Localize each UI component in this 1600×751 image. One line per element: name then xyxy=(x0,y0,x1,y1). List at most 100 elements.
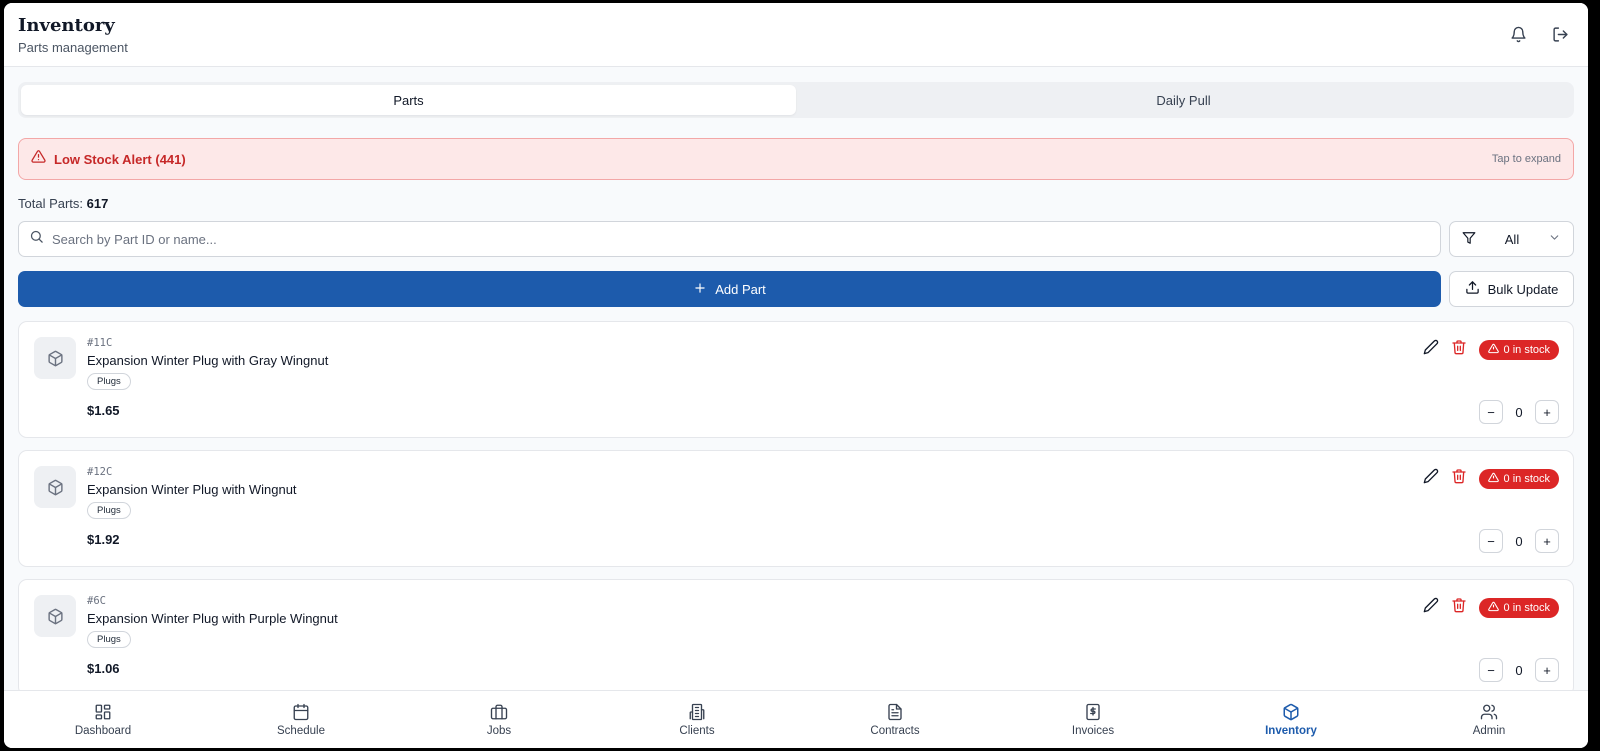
title-wrap: Inventory Parts management xyxy=(18,15,128,55)
search-box xyxy=(18,221,1441,257)
edit-icon[interactable] xyxy=(1423,468,1439,489)
stock-badge: 0 in stock xyxy=(1478,339,1559,360)
search-input[interactable] xyxy=(52,231,1430,247)
increment-button[interactable]: + xyxy=(1535,529,1559,553)
search-row: All xyxy=(18,221,1574,257)
edit-icon[interactable] xyxy=(1423,597,1439,618)
nav-label: Admin xyxy=(1472,724,1506,737)
card-actions: 0 in stock xyxy=(1423,468,1559,489)
add-part-label: Add Part xyxy=(715,281,766,297)
part-card: #11C Expansion Winter Plug with Gray Win… xyxy=(18,321,1574,438)
tab-parts[interactable]: Parts xyxy=(21,85,796,115)
bulk-update-button[interactable]: Bulk Update xyxy=(1449,271,1574,307)
card-actions: 0 in stock xyxy=(1423,597,1559,618)
tabs: Parts Daily Pull xyxy=(18,82,1574,118)
nav-label: Clients xyxy=(679,724,715,737)
nav-item-schedule[interactable]: Schedule xyxy=(202,691,400,748)
nav-label: Schedule xyxy=(277,724,325,737)
category-filter-select[interactable]: All xyxy=(1449,221,1574,257)
quantity-stepper: − 0 + xyxy=(1479,658,1559,682)
increment-button[interactable]: + xyxy=(1535,658,1559,682)
nav-label: Jobs xyxy=(486,724,512,737)
warning-icon xyxy=(1487,343,1499,357)
file-icon xyxy=(888,703,902,720)
trash-icon[interactable] xyxy=(1451,468,1467,489)
stock-badge: 0 in stock xyxy=(1478,597,1559,618)
total-parts: Total Parts: 617 xyxy=(18,196,1574,212)
parts-list: #11C Expansion Winter Plug with Gray Win… xyxy=(18,321,1574,696)
calendar-icon xyxy=(293,703,309,720)
edit-icon[interactable] xyxy=(1423,339,1439,360)
action-row: Add Part Bulk Update xyxy=(18,271,1574,307)
trash-icon[interactable] xyxy=(1451,339,1467,360)
stock-label: 0 in stock xyxy=(1503,601,1550,614)
chevron-down-icon xyxy=(1548,231,1561,247)
part-card: #12C Expansion Winter Plug with Wingnut … xyxy=(18,450,1574,567)
app-window: Inventory Parts management Parts Daily P… xyxy=(4,3,1588,748)
package-icon xyxy=(34,595,76,637)
part-name: Expansion Winter Plug with Wingnut xyxy=(87,482,297,497)
page-subtitle: Parts management xyxy=(18,39,128,55)
nav-item-admin[interactable]: Admin xyxy=(1390,691,1588,748)
users-icon xyxy=(1480,704,1498,719)
nav-item-clients[interactable]: Clients xyxy=(598,691,796,748)
page-title: Inventory xyxy=(18,14,115,36)
nav-label: Inventory xyxy=(1265,724,1317,737)
nav-item-inventory[interactable]: Inventory xyxy=(1192,691,1390,748)
category-tag: Plugs xyxy=(87,502,131,519)
logout-icon[interactable] xyxy=(1550,25,1570,45)
total-parts-value: 617 xyxy=(86,196,109,211)
increment-button[interactable]: + xyxy=(1535,400,1559,424)
decrement-button[interactable]: − xyxy=(1479,400,1503,424)
quantity-value: 0 xyxy=(1515,404,1523,420)
part-name: Expansion Winter Plug with Gray Wingnut xyxy=(87,353,329,368)
plus-icon xyxy=(693,281,707,298)
warning-icon xyxy=(1487,472,1499,486)
total-parts-label: Total Parts: xyxy=(18,196,84,211)
trash-icon[interactable] xyxy=(1451,597,1467,618)
card-actions: 0 in stock xyxy=(1423,339,1559,360)
decrement-button[interactable]: − xyxy=(1479,658,1503,682)
part-card: #6C Expansion Winter Plug with Purple Wi… xyxy=(18,579,1574,696)
quantity-value: 0 xyxy=(1515,662,1523,678)
warning-icon xyxy=(31,149,46,169)
low-stock-alert[interactable]: Low Stock Alert (441) Tap to expand xyxy=(18,138,1574,180)
alert-hint: Tap to expand xyxy=(1491,153,1561,165)
quantity-value: 0 xyxy=(1515,533,1523,549)
stock-label: 0 in stock xyxy=(1503,343,1550,356)
nav-label: Contracts xyxy=(870,724,920,737)
part-price: $1.65 xyxy=(87,403,120,418)
stock-badge: 0 in stock xyxy=(1478,468,1559,489)
bulk-update-label: Bulk Update xyxy=(1487,281,1559,297)
add-part-button[interactable]: Add Part xyxy=(18,271,1441,307)
part-id: #11C xyxy=(87,337,113,349)
filter-value: All xyxy=(1504,231,1520,247)
part-id: #6C xyxy=(87,595,106,607)
bottom-nav: Dashboard Schedule Jobs Clients Contract… xyxy=(4,690,1588,748)
nav-label: Invoices xyxy=(1071,724,1115,737)
header-actions xyxy=(1508,25,1574,45)
filter-icon xyxy=(1462,231,1476,248)
package-icon xyxy=(34,337,76,379)
nav-item-contracts[interactable]: Contracts xyxy=(796,691,994,748)
nav-item-jobs[interactable]: Jobs xyxy=(400,691,598,748)
nav-item-dashboard[interactable]: Dashboard xyxy=(4,691,202,748)
part-id: #12C xyxy=(87,466,113,478)
grid-icon xyxy=(95,704,111,719)
briefcase-icon xyxy=(490,704,508,719)
part-name: Expansion Winter Plug with Purple Wingnu… xyxy=(87,611,338,626)
alert-title: Low Stock Alert (441) xyxy=(54,151,186,167)
search-icon xyxy=(29,229,44,249)
part-price: $1.06 xyxy=(87,661,120,676)
warning-icon xyxy=(1487,601,1499,615)
part-price: $1.92 xyxy=(87,532,120,547)
decrement-button[interactable]: − xyxy=(1479,529,1503,553)
upload-icon xyxy=(1465,280,1480,298)
header: Inventory Parts management xyxy=(4,3,1588,67)
bell-icon[interactable] xyxy=(1508,25,1528,45)
quantity-stepper: − 0 + xyxy=(1479,400,1559,424)
package-icon xyxy=(34,466,76,508)
stock-label: 0 in stock xyxy=(1503,472,1550,485)
nav-item-invoices[interactable]: Invoices xyxy=(994,691,1192,748)
tab-daily-pull[interactable]: Daily Pull xyxy=(796,85,1571,115)
